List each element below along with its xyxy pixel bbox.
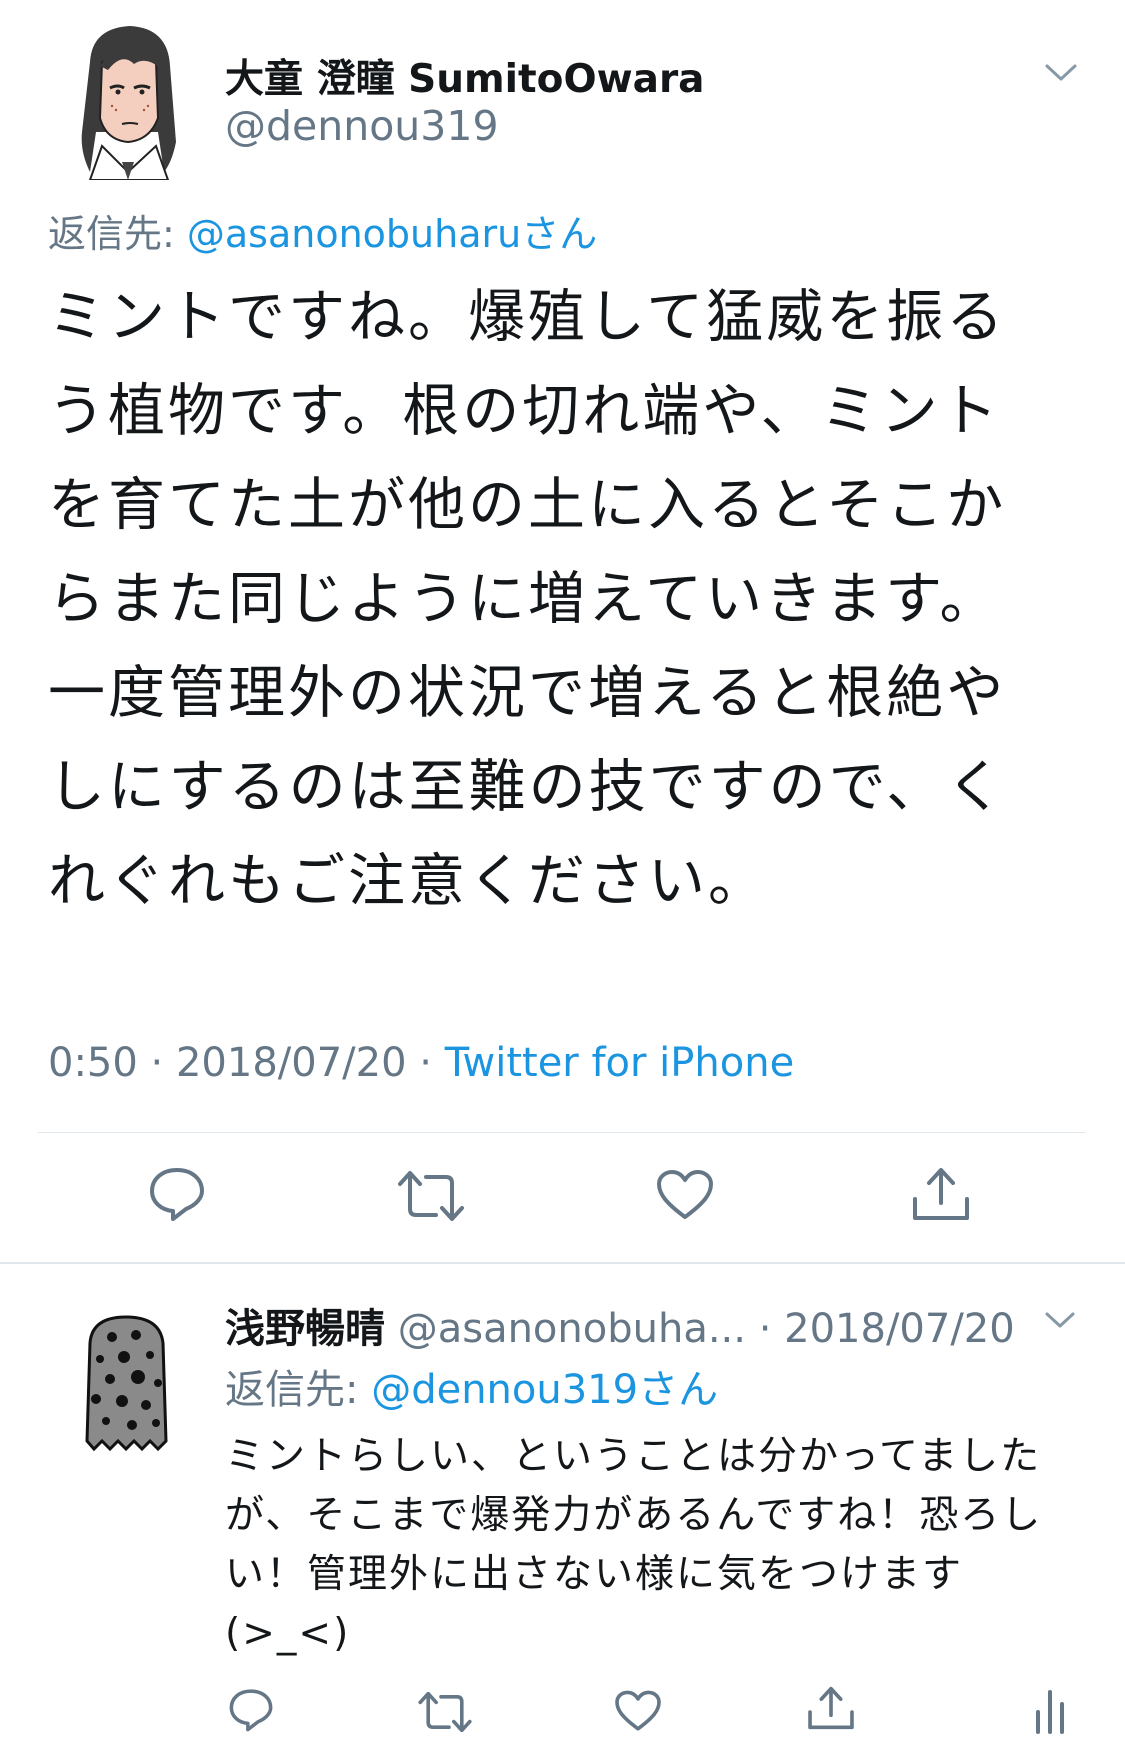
reply-to-mention[interactable]: @asanonobuharuさん [187,212,597,256]
tweet-metadata: 0:50 · 2018/07/20 · Twitter for iPhone [48,1040,794,1086]
author-display-name[interactable]: 大童 澄瞳 SumitoOwara [225,48,705,104]
reply-to-line: 返信先: @dennou319さん [225,1357,718,1415]
divider [0,1262,1125,1264]
reply-icon[interactable] [228,1688,274,1732]
meta-separator: · [406,1040,445,1086]
replier-display-name[interactable]: 浅野暢晴 [225,1306,385,1352]
share-icon[interactable] [910,1165,972,1223]
heart-icon[interactable] [656,1169,714,1221]
author-avatar[interactable] [72,22,184,180]
heart-icon[interactable] [614,1690,662,1732]
tweet-source[interactable]: Twitter for iPhone [445,1040,795,1086]
tweet-action-bar [0,1163,1125,1233]
reply-text: ミントらしい、ということは分かってました が、そこまで爆発力があるんですね！恐ろ… [225,1434,1043,1656]
tweet-text: ミントですね。爆殖して猛威を振る う植物です。根の切れ端や、ミント を育てた土が… [48,284,1007,914]
meta-separator: · [745,1306,785,1352]
retweet-icon[interactable] [418,1692,472,1732]
divider [38,1132,1086,1133]
chevron-down-icon[interactable] [1044,62,1078,84]
reply-action-bar [0,1680,1125,1740]
chevron-down-icon[interactable] [1044,1310,1076,1330]
reply-to-prefix: 返信先: [48,212,187,256]
tweet-time[interactable]: 0:50 [48,1040,138,1086]
replier-avatar[interactable] [80,1313,173,1453]
reply-to-mention[interactable]: @dennou319さん [371,1367,718,1413]
replier-handle[interactable]: @asanonobuha... [398,1306,746,1352]
reply-to-prefix: 返信先: [225,1367,372,1413]
tweet-date[interactable]: 2018/07/20 [176,1040,407,1086]
reply-header: 浅野暢晴 @asanonobuha... · 2018/07/20 [225,1296,1015,1354]
analytics-icon[interactable] [1034,1684,1066,1734]
author-handle[interactable]: @dennou319 [225,102,499,150]
meta-separator: · [137,1040,176,1086]
share-icon[interactable] [806,1684,856,1732]
reply-date[interactable]: 2018/07/20 [784,1306,1015,1352]
reply-to-line: 返信先: @asanonobuharuさん [48,203,597,258]
retweet-icon[interactable] [398,1171,464,1221]
reply-icon[interactable] [148,1166,206,1222]
